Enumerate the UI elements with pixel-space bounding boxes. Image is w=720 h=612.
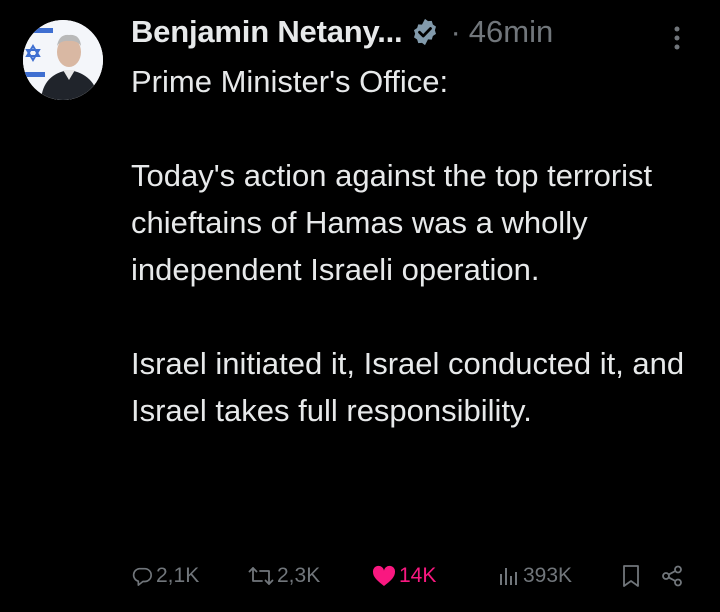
like-count: 14K bbox=[399, 564, 437, 587]
tweet-card: Benjamin Netany... · 46min Prime Ministe… bbox=[0, 0, 720, 612]
bookmark-icon bbox=[621, 564, 641, 588]
repost-button[interactable]: 2,3K bbox=[248, 558, 320, 594]
reply-count: 2,1K bbox=[156, 564, 200, 587]
bookmark-button[interactable] bbox=[621, 558, 641, 594]
profile-photo bbox=[23, 20, 103, 100]
tweet-text-line: Today's action against the top terrorist… bbox=[131, 158, 653, 287]
author-name[interactable]: Benjamin Netany... bbox=[131, 14, 403, 50]
reply-button[interactable]: 2,1K bbox=[131, 558, 199, 594]
heart-icon bbox=[372, 565, 396, 587]
more-vertical-icon[interactable] bbox=[667, 22, 687, 54]
repost-count: 2,3K bbox=[277, 564, 321, 587]
timestamp[interactable]: 46min bbox=[469, 14, 553, 50]
tweet-text-line: Prime Minister's Office: bbox=[131, 64, 449, 99]
separator-dot: · bbox=[450, 14, 461, 49]
repost-icon bbox=[248, 565, 274, 587]
share-icon bbox=[661, 565, 683, 587]
tweet-header: Benjamin Netany... · 46min bbox=[131, 10, 553, 54]
views-bar-icon bbox=[498, 565, 520, 587]
views-button[interactable]: 393K bbox=[498, 558, 572, 594]
tweet-text-line: Israel initiated it, Israel conducted it… bbox=[131, 346, 685, 428]
like-button[interactable]: 14K bbox=[372, 558, 436, 594]
action-bar: 2,1K 2,3K 14K 393K bbox=[131, 558, 691, 594]
reply-icon bbox=[131, 565, 153, 587]
share-button[interactable] bbox=[661, 558, 683, 594]
view-count: 393K bbox=[523, 564, 573, 587]
tweet-text: Prime Minister's Office: Today's action … bbox=[131, 58, 706, 434]
verified-badge-icon bbox=[410, 17, 440, 47]
avatar[interactable] bbox=[23, 20, 103, 100]
